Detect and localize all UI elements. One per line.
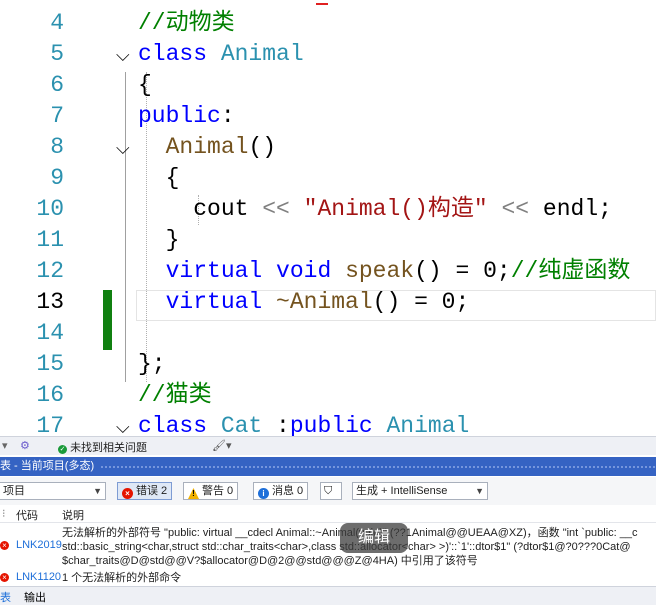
code-line-6: { [138, 72, 152, 98]
line-number: 12 [36, 258, 64, 284]
code-line-17: class Cat :public Animal [138, 413, 470, 436]
error-list-title-bar[interactable]: 表 - 当前项目(多态) [0, 457, 656, 476]
code-line-5: class Animal [138, 41, 304, 67]
fold-collapse-icon[interactable]: ⌵ [116, 412, 136, 436]
fold-collapse-icon[interactable]: ⌵ [116, 40, 136, 71]
error-row[interactable]: × LNK2019 无法解析的外部符号 "public: virtual __c… [0, 524, 656, 568]
errors-filter-button[interactable]: × 错误 2 [117, 482, 173, 500]
line-number: 7 [50, 103, 64, 129]
check-icon: ✓ [58, 445, 67, 454]
panel-title: 表 - 当前项目(多态) [0, 460, 99, 472]
brush-icon[interactable]: 🖌▾ [212, 439, 232, 452]
error-icon: × [122, 488, 133, 499]
fold-scope-line [125, 72, 126, 382]
line-number: 15 [36, 351, 64, 377]
scope-value: 项目 [3, 485, 25, 497]
filter-button[interactable]: ⛉ [320, 482, 342, 500]
line-number: 5 [50, 41, 64, 67]
sort-icon[interactable]: ⁝ [2, 507, 6, 520]
fold-collapse-icon[interactable]: ⌵ [116, 133, 136, 164]
messages-filter-button[interactable]: i 消息 0 [253, 482, 309, 500]
error-code[interactable]: LNK2019 [16, 539, 62, 551]
code-line-9: { [165, 165, 180, 191]
line-number: 16 [36, 382, 64, 408]
error-icon: × [0, 541, 9, 550]
line-number: 8 [50, 134, 64, 160]
code-editor[interactable]: 4 5 6 7 8 9 10 11 12 13 14 15 16 17 ⌵ ⌵ … [0, 0, 656, 436]
code-line-12: virtual void speak() = 0;//纯虚函数 [165, 258, 631, 284]
issues-indicator[interactable]: ✓ 未找到相关问题 [58, 439, 147, 455]
tab-output[interactable]: 输出 [24, 589, 46, 605]
code-line-7: public: [138, 103, 235, 129]
error-description-line: 1 个无法解析的外部命令 [62, 572, 182, 584]
info-icon: i [258, 488, 269, 499]
warning-icon: ! [188, 488, 199, 499]
zoom-dropdown-icon[interactable]: ▾ [2, 439, 8, 452]
build-source-dropdown[interactable]: 生成 + IntelliSense ▼ [352, 482, 488, 500]
chevron-down-icon: ▼ [475, 486, 484, 496]
line-number: 4 [50, 10, 64, 36]
title-grip [100, 465, 656, 469]
edit-overlay-badge: 编辑 [340, 523, 408, 553]
line-number-current: 13 [36, 289, 64, 315]
healthcheck-icon[interactable]: ⚙ [20, 439, 30, 452]
line-number: 17 [36, 413, 64, 436]
error-description-line: $char_traits@D@std@@V?$allocator@D@2@@st… [62, 555, 478, 567]
error-code[interactable]: LNK1120 [16, 571, 61, 583]
code-line-16: //猫类 [138, 382, 212, 408]
code-line-4: //动物类 [138, 10, 235, 36]
code-line-8: Animal() [165, 134, 277, 160]
change-indicator-bar [103, 290, 112, 350]
line-number: 6 [50, 72, 64, 98]
error-list-header: ⁝ 代码 说明 [0, 505, 656, 523]
issues-text: 未找到相关问题 [70, 442, 148, 454]
build-source-value: 生成 + IntelliSense [356, 485, 448, 497]
code-line-10: cout << "Animal()构造" << endl; [193, 196, 612, 222]
scope-dropdown[interactable]: 项目 ▼ [0, 482, 106, 500]
code-line-15: }; [138, 351, 166, 377]
error-squiggle [316, 0, 328, 5]
tab-error-list[interactable]: 表 [0, 589, 11, 605]
column-header-description[interactable]: 说明 [62, 507, 84, 523]
error-list-toolbar: 项目 ▼ × 错误 2 ! 警告 0 i 消息 0 ⛉ 生成 + IntelliSen… [0, 477, 656, 505]
line-number: 11 [36, 227, 64, 253]
code-line-11: } [165, 227, 180, 253]
filter-icon: ⛉ [324, 485, 333, 497]
line-number: 10 [36, 196, 64, 222]
line-number: 14 [36, 320, 64, 346]
line-number: 9 [50, 165, 64, 191]
editor-status-strip: ▾ ⚙ ✓ 未找到相关问题 🖌▾ [0, 436, 656, 455]
chevron-down-icon: ▼ [93, 486, 102, 496]
code-line-13: virtual ~Animal() = 0; [165, 289, 470, 315]
bottom-tab-strip: 表 输出 [0, 586, 656, 605]
error-row[interactable]: × LNK1120 1 个无法解析的外部命令 [0, 570, 656, 585]
warnings-filter-button[interactable]: ! 警告 0 [183, 482, 239, 500]
column-header-code[interactable]: 代码 [16, 507, 38, 523]
error-icon: × [0, 573, 9, 582]
